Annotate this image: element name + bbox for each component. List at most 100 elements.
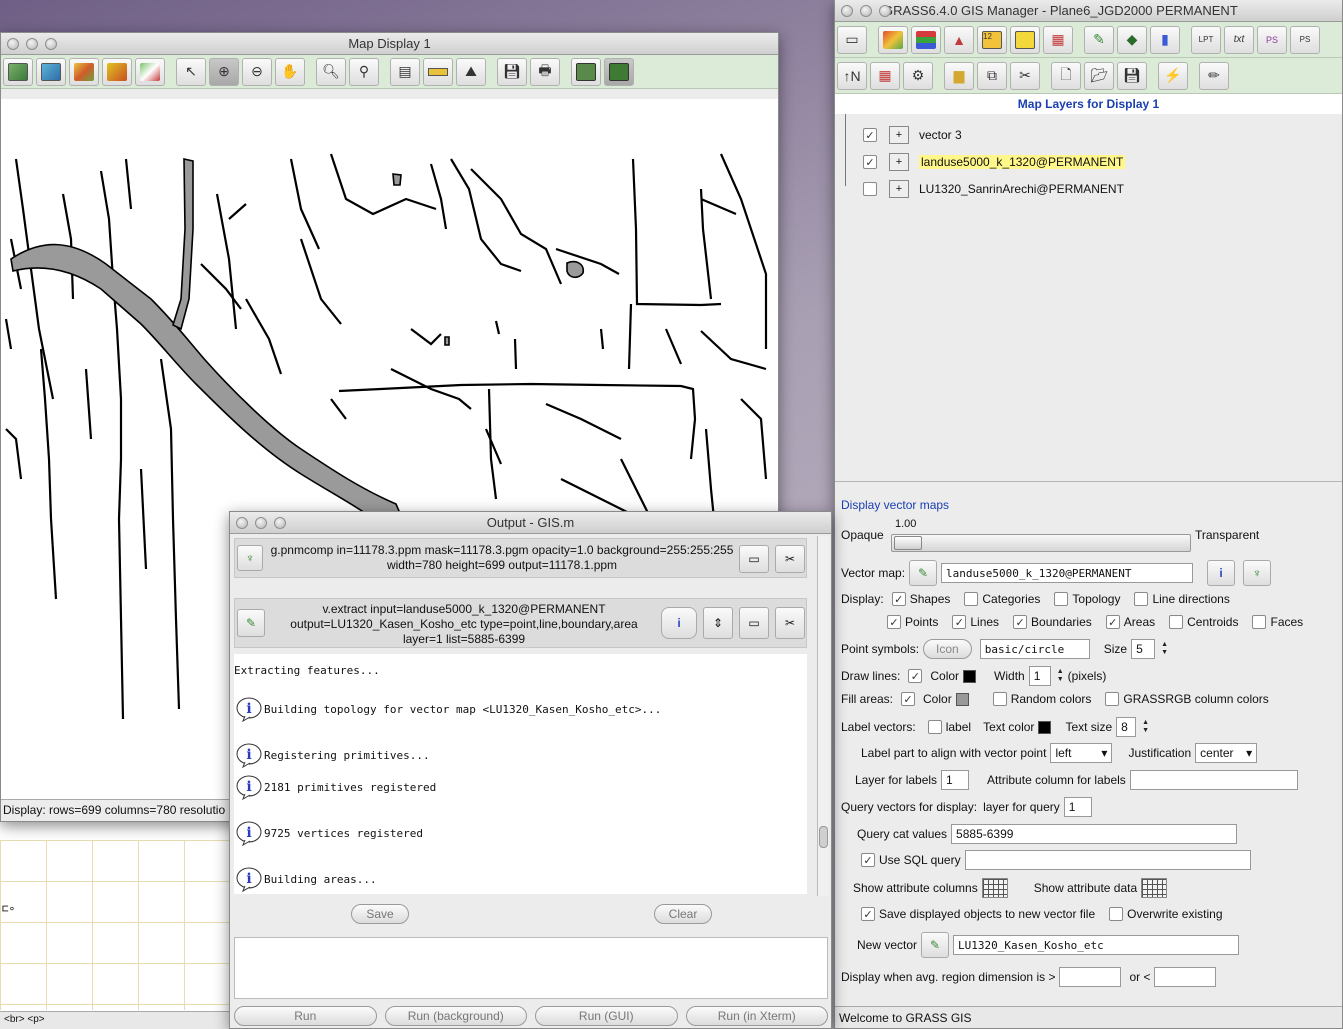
add-north-arrow-button[interactable]: ↑N bbox=[837, 61, 867, 90]
add-postscript-button[interactable]: PS bbox=[1257, 25, 1287, 54]
layer-checkbox[interactable]: ✓ bbox=[863, 155, 877, 169]
add-grid-button[interactable]: ▦ bbox=[870, 61, 900, 90]
categories-checkbox[interactable] bbox=[964, 592, 979, 606]
command-input[interactable] bbox=[234, 937, 828, 999]
output-scrollbar[interactable] bbox=[817, 536, 829, 896]
run-button[interactable]: Run bbox=[234, 1006, 377, 1026]
show-attr-data-button[interactable] bbox=[1141, 878, 1168, 898]
expand-icon[interactable]: + bbox=[889, 180, 909, 198]
command-2-expand-button[interactable]: ⇕ bbox=[703, 607, 733, 639]
justification-select[interactable]: center ▾ bbox=[1195, 743, 1258, 763]
size-input[interactable]: 5 bbox=[1131, 639, 1156, 659]
map-display-titlebar[interactable]: Map Display 1 bbox=[1, 33, 778, 55]
zoom-menu-button[interactable]: 🔍︎ bbox=[316, 57, 346, 86]
add-labels-button[interactable]: LPT bbox=[1191, 25, 1221, 54]
text-size-spinner[interactable]: ▲ ▼ bbox=[1142, 719, 1149, 735]
run-gui-button[interactable]: Run (GUI) bbox=[535, 1006, 678, 1026]
new-workspace-button[interactable]: 🗋︎ bbox=[1051, 61, 1081, 90]
erase-button[interactable] bbox=[135, 57, 165, 86]
region-min-input[interactable] bbox=[1059, 967, 1122, 987]
minimize-window-button[interactable] bbox=[26, 38, 38, 50]
run-background-button[interactable]: Run (background) bbox=[384, 1006, 527, 1026]
shapes-checkbox[interactable]: ✓ bbox=[891, 592, 906, 606]
opacity-slider[interactable] bbox=[891, 534, 1191, 552]
add-chart-button[interactable]: ▮ bbox=[1150, 25, 1180, 54]
expand-icon[interactable]: + bbox=[889, 126, 909, 144]
measure-button[interactable] bbox=[423, 57, 453, 86]
add-arrows-button[interactable] bbox=[1010, 25, 1040, 54]
duplicate-layer-button[interactable]: ⧉ bbox=[977, 61, 1007, 90]
show-attr-cols-button[interactable] bbox=[981, 878, 1008, 898]
region-max-input[interactable] bbox=[1154, 967, 1217, 987]
command-1-remove-button[interactable]: ✂ bbox=[775, 545, 805, 573]
display-active-layers-button[interactable] bbox=[3, 57, 33, 86]
pan-tool-button[interactable]: ✋ bbox=[275, 57, 305, 86]
add-group-button[interactable]: ▆ bbox=[944, 61, 974, 90]
manager-close-button[interactable] bbox=[841, 5, 853, 17]
points-checkbox[interactable]: ✓ bbox=[887, 615, 901, 629]
random-colors-checkbox[interactable] bbox=[992, 692, 1007, 706]
vector-map-input[interactable]: landuse5000_k_1320@PERMANENT bbox=[941, 563, 1194, 583]
faces-checkbox[interactable] bbox=[1252, 615, 1267, 629]
add-vector-button[interactable]: ✎ bbox=[1084, 25, 1114, 54]
command-2-info-button[interactable]: i bbox=[661, 607, 697, 639]
size-spinner[interactable]: ▲ ▼ bbox=[1161, 641, 1168, 657]
command-2-window-button[interactable]: ▭ bbox=[739, 607, 769, 639]
profile-button[interactable]: ⛰ bbox=[456, 57, 486, 86]
grassrgb-checkbox[interactable] bbox=[1105, 692, 1120, 706]
topology-checkbox[interactable] bbox=[1054, 592, 1069, 606]
new-vector-select-button[interactable]: ✎ bbox=[921, 932, 950, 958]
close-window-button[interactable] bbox=[7, 38, 19, 50]
fill-color-swatch[interactable] bbox=[955, 692, 969, 706]
boundaries-checkbox[interactable]: ✓ bbox=[1013, 615, 1028, 629]
output-zoom-button[interactable] bbox=[274, 517, 286, 529]
vector-info-button[interactable]: i bbox=[1207, 560, 1236, 586]
text-size-input[interactable]: 8 bbox=[1116, 717, 1137, 737]
add-raster-button[interactable] bbox=[878, 25, 908, 54]
command-2-remove-button[interactable]: ✂ bbox=[775, 607, 805, 639]
save-displayed-checkbox[interactable]: ✓ bbox=[861, 907, 875, 921]
symbol-input[interactable]: basic/circle bbox=[979, 639, 1090, 659]
command-1-window-button[interactable]: ▭ bbox=[739, 545, 769, 573]
add-thematic-button[interactable]: ◆ bbox=[1117, 25, 1147, 54]
overwrite-checkbox[interactable] bbox=[1109, 907, 1124, 921]
layer-checkbox[interactable]: ✓ bbox=[863, 128, 877, 142]
layer-labels-input[interactable]: 1 bbox=[941, 770, 970, 790]
manager-minimize-button[interactable] bbox=[860, 5, 872, 17]
add-legend-button[interactable]: ▦ bbox=[1043, 25, 1073, 54]
new-display-button[interactable]: ▭ bbox=[837, 25, 867, 54]
output-titlebar[interactable]: Output - GIS.m bbox=[230, 512, 831, 534]
save-map-button[interactable]: 💾︎ bbox=[497, 57, 527, 86]
icon-button[interactable]: Icon bbox=[923, 639, 972, 659]
add-ps-text-button[interactable]: PS bbox=[1290, 25, 1320, 54]
layer-checkbox[interactable] bbox=[863, 182, 877, 196]
vector-help-button[interactable]: ♆ bbox=[1243, 560, 1272, 586]
zoom-in-tool-button[interactable]: ⊕ bbox=[209, 57, 239, 86]
strict-mode-button[interactable] bbox=[604, 57, 634, 86]
output-minimize-button[interactable] bbox=[255, 517, 267, 529]
delete-layer-button[interactable]: ✂ bbox=[1010, 61, 1040, 90]
lines-checkbox[interactable]: ✓ bbox=[952, 615, 967, 629]
width-spinner[interactable]: ▲ ▼ bbox=[1057, 668, 1064, 684]
save-workspace-button[interactable]: 💾︎ bbox=[1117, 61, 1147, 90]
add-cell-values-button[interactable]: 12 bbox=[977, 25, 1007, 54]
select-vector-button[interactable]: ✎ bbox=[909, 560, 938, 586]
analyze-button[interactable]: ▤ bbox=[390, 57, 420, 86]
explore-mode-button[interactable] bbox=[571, 57, 601, 86]
redraw-button[interactable] bbox=[36, 57, 66, 86]
add-text-button[interactable]: txt bbox=[1224, 25, 1254, 54]
areas-checkbox[interactable]: ✓ bbox=[1105, 615, 1120, 629]
command-1-icon-button[interactable]: ♆ bbox=[237, 545, 263, 571]
georectify-button[interactable]: ⚡ bbox=[1158, 61, 1188, 90]
label-part-select[interactable]: left ▾ bbox=[1050, 743, 1113, 763]
clear-output-button[interactable]: Clear bbox=[654, 904, 712, 924]
expand-icon[interactable]: + bbox=[889, 153, 909, 171]
pointer-tool-button[interactable]: ↖ bbox=[176, 57, 206, 86]
layer-query-input[interactable]: 1 bbox=[1063, 797, 1092, 817]
output-close-button[interactable] bbox=[236, 517, 248, 529]
zoom-out-tool-button[interactable]: ⊖ bbox=[242, 57, 272, 86]
command-2-icon-button[interactable]: ✎ bbox=[237, 609, 265, 637]
rerender-button[interactable] bbox=[102, 57, 132, 86]
draw-lines-checkbox[interactable]: ✓ bbox=[908, 669, 923, 683]
sql-input[interactable] bbox=[964, 850, 1251, 870]
